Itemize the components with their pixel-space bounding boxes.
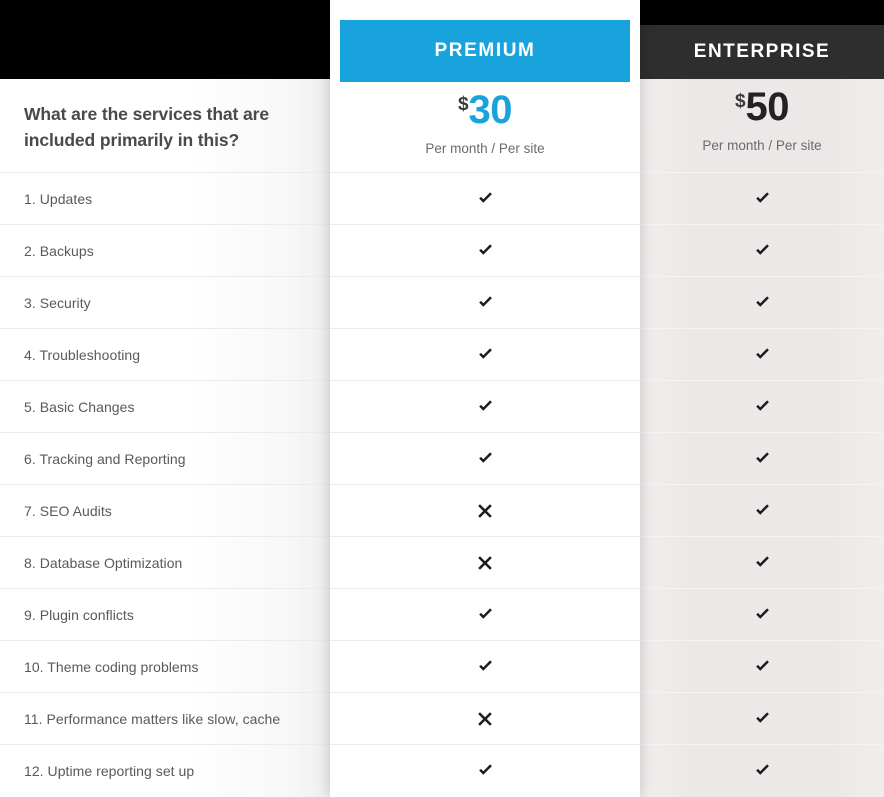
feature-row: 4. Troubleshooting xyxy=(0,328,330,380)
check-icon xyxy=(477,294,494,311)
feature-label: 4. Troubleshooting xyxy=(24,346,141,363)
plan-period-premium: Per month / Per site xyxy=(425,141,545,156)
plan-mark-row xyxy=(640,588,884,640)
plan-mark-row xyxy=(330,172,640,224)
plan-marks-premium xyxy=(330,172,640,796)
cross-icon xyxy=(477,555,493,571)
plan-mark-row xyxy=(640,432,884,484)
plan-banner-enterprise: ENTERPRISE xyxy=(640,25,884,79)
plan-mark-row xyxy=(640,744,884,796)
feature-row: 8. Database Optimization xyxy=(0,536,330,588)
plan-mark-row xyxy=(330,224,640,276)
check-icon xyxy=(754,710,771,727)
check-icon xyxy=(477,242,494,259)
price-amount-enterprise: 50 xyxy=(745,85,790,129)
check-icon xyxy=(754,502,771,519)
check-icon xyxy=(477,762,494,779)
check-icon xyxy=(754,658,771,675)
plan-marks-enterprise xyxy=(640,172,884,796)
feature-row: 12. Uptime reporting set up xyxy=(0,744,330,796)
feature-label: 12. Uptime reporting set up xyxy=(24,762,195,779)
feature-row: 2. Backups xyxy=(0,224,330,276)
check-icon xyxy=(754,190,771,207)
currency-symbol-premium: $ xyxy=(457,94,469,115)
plan-price-line-enterprise: $50 xyxy=(640,87,884,127)
plan-name-enterprise: ENTERPRISE xyxy=(693,41,831,62)
check-icon xyxy=(754,450,771,467)
currency-symbol-enterprise: $ xyxy=(734,91,746,112)
plan-mark-row xyxy=(640,224,884,276)
feature-label: 5. Basic Changes xyxy=(24,398,135,415)
plan-mark-row xyxy=(330,536,640,588)
plan-mark-row xyxy=(330,640,640,692)
cross-icon xyxy=(477,711,493,727)
plan-mark-row xyxy=(330,744,640,796)
feature-list: 1. Updates 2. Backups 3. Security 4. Troubl… xyxy=(0,172,330,796)
feature-row: 7. SEO Audits xyxy=(0,484,330,536)
feature-row: 6. Tracking and Reporting xyxy=(0,432,330,484)
plan-price-block-enterprise: $50 Per month / Per site xyxy=(640,79,884,172)
check-icon xyxy=(477,398,494,415)
check-icon xyxy=(477,658,494,675)
feature-row: 9. Plugin conflicts xyxy=(0,588,330,640)
feature-row: 11. Performance matters like slow, cache xyxy=(0,692,330,744)
feature-row: 5. Basic Changes xyxy=(0,380,330,432)
check-icon xyxy=(477,346,494,363)
cross-icon xyxy=(477,503,493,519)
feature-label: 3. Security xyxy=(24,294,91,311)
feature-label: 6. Tracking and Reporting xyxy=(24,450,186,467)
check-icon xyxy=(754,606,771,623)
plan-column-premium[interactable]: PREMIUM $30 Per month / Per site xyxy=(330,0,640,797)
plan-mark-row xyxy=(330,380,640,432)
plan-mark-row xyxy=(640,276,884,328)
feature-label: 1. Updates xyxy=(24,190,93,207)
plan-mark-row xyxy=(640,172,884,224)
feature-label: 8. Database Optimization xyxy=(24,554,183,571)
plan-price-line-premium: $30 xyxy=(330,90,640,130)
feature-label: 9. Plugin conflicts xyxy=(24,606,134,623)
plan-price-block-premium: $30 Per month / Per site xyxy=(330,82,640,172)
plan-mark-row xyxy=(640,640,884,692)
plan-column-enterprise[interactable]: ENTERPRISE $50 Per month / Per site xyxy=(640,0,884,797)
check-icon xyxy=(754,554,771,571)
features-header-band xyxy=(0,0,330,79)
feature-row: 10. Theme coding problems xyxy=(0,640,330,692)
plan-mark-row xyxy=(330,692,640,744)
plan-period-enterprise: Per month / Per site xyxy=(702,138,822,153)
plan-mark-row xyxy=(640,536,884,588)
plan-name-premium: PREMIUM xyxy=(434,40,536,61)
feature-row: 1. Updates xyxy=(0,172,330,224)
check-icon xyxy=(754,398,771,415)
plan-banner-premium: PREMIUM xyxy=(340,20,630,82)
enterprise-top-band xyxy=(640,0,884,25)
plan-mark-row xyxy=(640,380,884,432)
plan-mark-row xyxy=(330,432,640,484)
plan-mark-row xyxy=(640,692,884,744)
check-icon xyxy=(477,190,494,207)
plan-mark-row xyxy=(640,484,884,536)
check-icon xyxy=(754,294,771,311)
plan-mark-row xyxy=(330,484,640,536)
pricing-comparison-table: What are the services that are included … xyxy=(0,0,884,797)
plan-mark-row xyxy=(640,328,884,380)
features-question: What are the services that are included … xyxy=(24,104,270,150)
check-icon xyxy=(754,242,771,259)
feature-label: 2. Backups xyxy=(24,242,94,259)
check-icon xyxy=(754,762,771,779)
plan-mark-row xyxy=(330,276,640,328)
plan-mark-row xyxy=(330,328,640,380)
check-icon xyxy=(477,606,494,623)
plan-mark-row xyxy=(330,588,640,640)
feature-label: 7. SEO Audits xyxy=(24,502,112,519)
feature-row: 3. Security xyxy=(0,276,330,328)
features-column: What are the services that are included … xyxy=(0,0,330,797)
price-amount-premium: 30 xyxy=(468,88,513,132)
check-icon xyxy=(477,450,494,467)
feature-label: 10. Theme coding problems xyxy=(24,658,199,675)
check-icon xyxy=(754,346,771,363)
feature-label: 11. Performance matters like slow, cache xyxy=(24,710,281,727)
